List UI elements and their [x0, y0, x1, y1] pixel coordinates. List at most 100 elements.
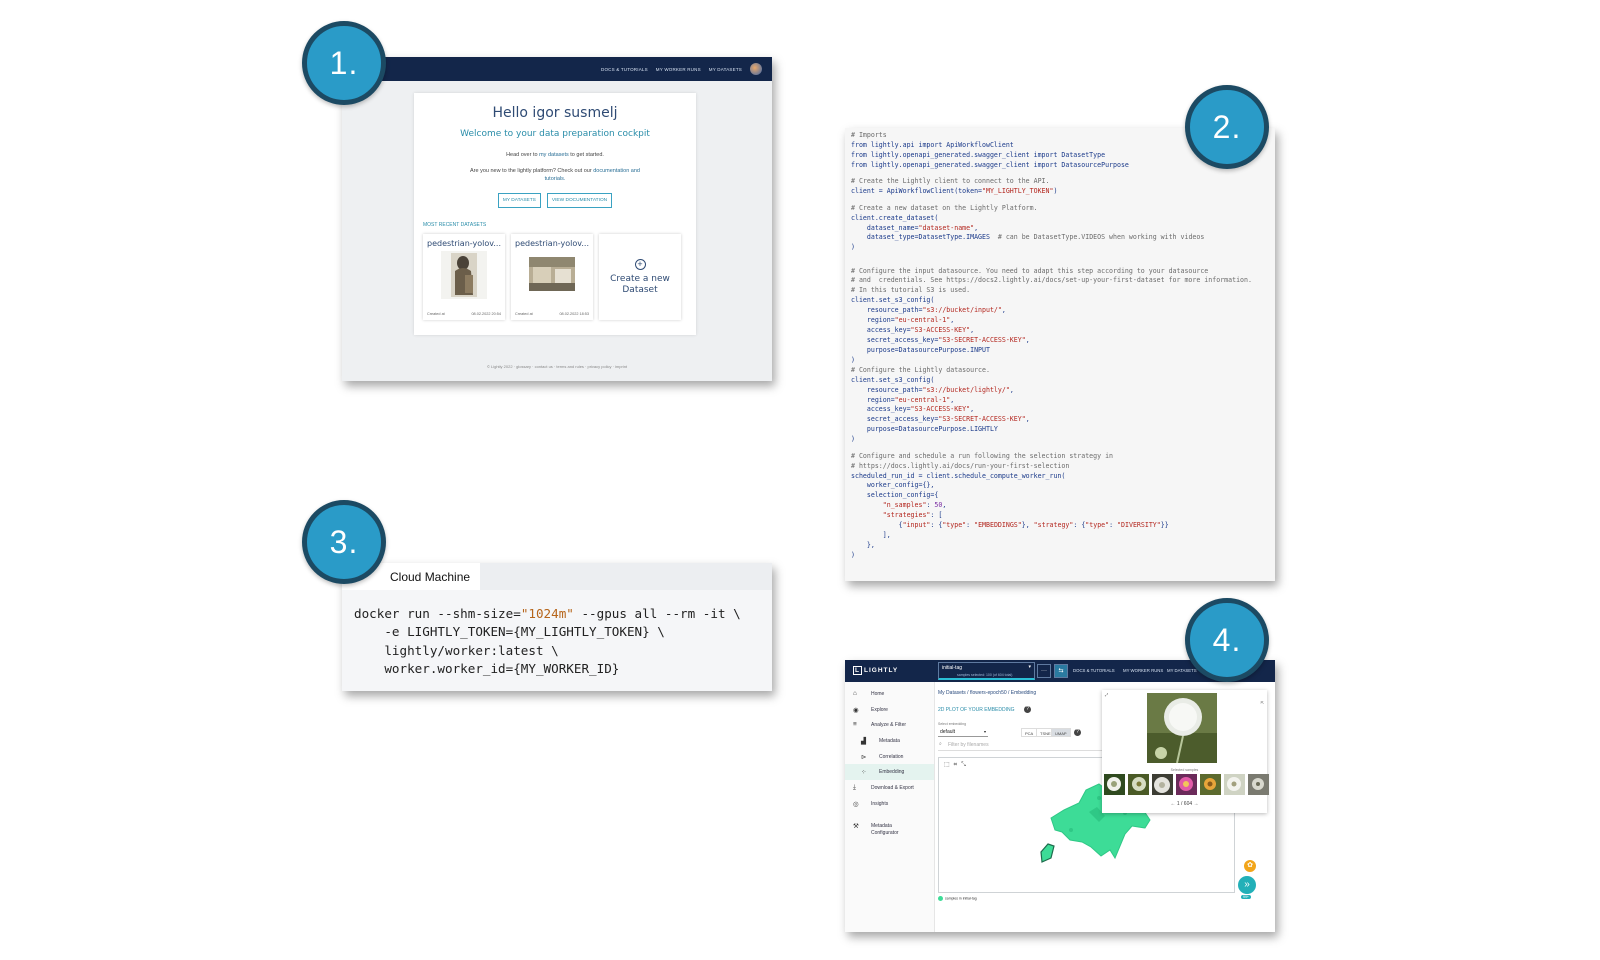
code-token: :: [1109, 521, 1118, 530]
code-token: ,: [950, 395, 955, 404]
create-dataset-tile[interactable]: + Create a new Dataset: [599, 234, 681, 320]
tutorials-link[interactable]: tutorials.: [545, 176, 566, 182]
embedding-select[interactable]: default ▾: [938, 727, 988, 737]
code-token: "S3-ACCESS-KEY": [910, 326, 971, 335]
more-options-button[interactable]: ···: [1037, 664, 1051, 678]
welcome-subtitle: Welcome to your data preparation cockpit: [460, 129, 650, 139]
welcome-card: Hello igor susmelj Welcome to your data …: [414, 93, 696, 335]
open-icon[interactable]: ⇱: [1261, 700, 1264, 705]
documentation-link[interactable]: documentation and: [593, 168, 640, 174]
code-token: : {: [930, 521, 943, 530]
avatar[interactable]: [750, 63, 762, 75]
sidebar-item-metadata[interactable]: ▟ Metadata: [845, 733, 934, 749]
sidebar-list: ⌂ Home ◉ Explore ≡ Analyze & Filter ▟ Metadata ⊳…: [845, 686, 934, 812]
sidebar-item-explore[interactable]: ◉ Explore: [845, 702, 934, 718]
popup-pagination[interactable]: ← 1 / 604 →: [1102, 801, 1267, 807]
embedding-app-screenshot: L LIGHTLY initial-tag samples selected: 1…: [845, 660, 1275, 932]
nav-worker-runs[interactable]: MY WORKER RUNS: [656, 67, 701, 72]
nav-datasets[interactable]: MY DATASETS: [709, 67, 742, 72]
sidebar-item-label: Correlation: [879, 753, 904, 760]
nav-datasets[interactable]: MY DATASETS: [1167, 668, 1197, 673]
algorithm-pca-button[interactable]: PCA: [1021, 728, 1038, 737]
sidebar-item-label: Analyze & Filter: [871, 722, 907, 729]
code-token: ,: [950, 316, 955, 325]
sidebar-item-home[interactable]: ⌂ Home: [845, 686, 934, 702]
code-token: dataset_type=DatasetType.IMAGES: [851, 233, 998, 242]
code-token: # and credentials. See https://docs2.lig…: [851, 276, 1252, 285]
code-token: "EMBEDDINGS": [974, 521, 1022, 530]
code-token: ): [851, 435, 855, 444]
sidebar-item-label: Embedding: [879, 769, 905, 776]
sample-thumbnail[interactable]: [1200, 774, 1221, 795]
sample-thumbnail[interactable]: [1248, 774, 1269, 795]
nav-docs[interactable]: DOCS & TUTORIALS: [601, 67, 648, 72]
head-over-pre: Head over to: [506, 152, 540, 158]
code-token: access_key=: [851, 405, 911, 414]
code-token: # In this tutorial S3 is used.: [851, 286, 971, 295]
code-token: # Configure the Lightly datasource.: [851, 365, 990, 374]
code-line: "n_samples": 50,: [851, 501, 1275, 511]
view-documentation-button[interactable]: VIEW DOCUMENTATION: [546, 193, 613, 208]
code-line: client.set_s3_config(: [851, 376, 1275, 386]
code-token: "strategy": [1033, 521, 1074, 530]
my-datasets-button[interactable]: MY DATASETS: [497, 193, 541, 208]
sample-thumbnail[interactable]: [1128, 774, 1149, 795]
correlation-icon: ⊳: [861, 753, 867, 761]
new-user-text: Are you new to the lightly platform? Che…: [414, 167, 696, 183]
code-line: access_key="S3-ACCESS-KEY",: [851, 405, 1275, 415]
sidebar-item-correlation[interactable]: ⊳ Correlation: [845, 749, 934, 765]
dataset-tile[interactable]: pedestrian-yolov... Created at 08.02.202…: [423, 234, 505, 320]
tag-selector[interactable]: initial-tag samples selected: 100 (of 60…: [938, 662, 1035, 680]
sidebar-item-embedding[interactable]: ⁘ Embedding: [845, 764, 934, 781]
help-icon[interactable]: ?: [1074, 729, 1081, 736]
code-line: # and credentials. See https://docs2.lig…: [851, 276, 1275, 286]
breadcrumb[interactable]: My Datasets / flowers-epoch50 / Embeddin…: [938, 690, 1036, 696]
sidebar-item-analyze-filter[interactable]: ≡ Analyze & Filter: [845, 717, 934, 733]
sample-thumbnail[interactable]: [1176, 774, 1197, 795]
sidebar-item-download-export[interactable]: ⤓ Download & Export: [845, 780, 934, 796]
dataset-thumbnail: [441, 251, 487, 299]
dataset-tile[interactable]: pedestrian-yolov... Created at 08.02.202…: [511, 234, 593, 320]
filename-filter-input[interactable]: ⌕ Filter by filenames: [938, 741, 1105, 751]
docker-code-block: docker run --shm-size="1024m" --gpus all…: [342, 590, 772, 679]
code-token: ): [851, 243, 855, 252]
expand-icon[interactable]: ⤢: [1105, 692, 1108, 697]
sample-thumbnail[interactable]: [1224, 774, 1245, 795]
code-token: : {: [1073, 521, 1086, 530]
code-line: },: [851, 541, 1275, 551]
code-token: resource_path=: [851, 306, 923, 315]
code-line: "strategies": [: [851, 511, 1275, 521]
sidebar-item-metadata-configurator[interactable]: ⚒ Metadata Configurator: [845, 818, 934, 840]
step-2-badge: 2.: [1185, 85, 1269, 169]
code-line: region="eu-central-1",: [851, 316, 1275, 326]
code-token: "s3://bucket/input/": [922, 306, 1002, 315]
sidebar-item-label: Download & Export: [871, 785, 914, 792]
my-datasets-link[interactable]: my datasets: [539, 152, 569, 158]
sample-thumbnail[interactable]: [1152, 774, 1173, 795]
compare-tags-button[interactable]: ⇆: [1054, 664, 1068, 678]
code-token: from lightly.openapi_generated.swagger_c…: [851, 160, 1129, 169]
sidebar-item-label: Metadata: [879, 738, 900, 745]
code-token: "MY_LIGHTLY_TOKEN": [982, 187, 1054, 196]
help-icon[interactable]: ?: [1024, 706, 1031, 713]
code-token: worker.worker_id={MY_WORKER_ID}: [354, 661, 620, 677]
sample-thumbnail[interactable]: [1104, 774, 1125, 795]
step-4-badge: 4.: [1185, 598, 1269, 682]
sample-preview-popup: ⤢ ⇱ Selected samples ← 1 / 604 →: [1102, 690, 1269, 813]
sidebar-item-insights[interactable]: ◎ Insights: [845, 796, 934, 812]
algorithm-umap-button[interactable]: UMAP: [1051, 728, 1071, 737]
nav-worker-runs[interactable]: MY WORKER RUNS: [1123, 668, 1163, 673]
code-token: "n_samples": [851, 501, 927, 510]
create-dataset-label: Create a new Dataset: [610, 273, 670, 295]
download-icon: ⤓: [853, 784, 856, 792]
code-token: "S3-SECRET-ACCESS-KEY": [938, 415, 1026, 424]
expand-panel-button[interactable]: »: [1238, 876, 1256, 894]
flower-action-button[interactable]: ✿: [1244, 860, 1256, 872]
logo-text: LIGHTLY: [863, 667, 899, 674]
code-line: secret_access_key="S3-SECRET-ACCESS-KEY"…: [851, 336, 1275, 346]
lightly-logo[interactable]: L LIGHTLY: [853, 666, 899, 675]
nav-docs[interactable]: DOCS & TUTORIALS: [1073, 668, 1115, 673]
page-footer: © Lightly 2022 · glossary · contact us ·…: [486, 364, 628, 369]
filter-icon: ≡: [853, 721, 857, 729]
code-token: ,: [970, 326, 975, 335]
